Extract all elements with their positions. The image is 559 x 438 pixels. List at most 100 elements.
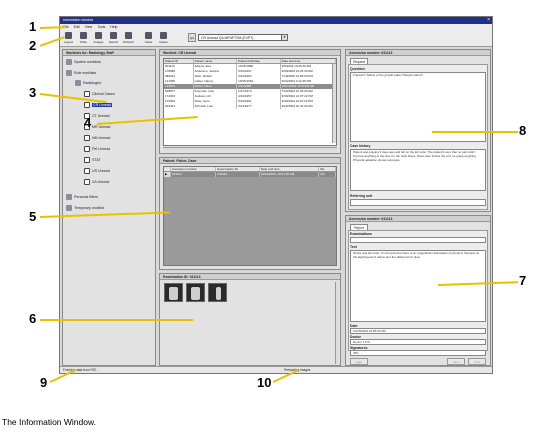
images-button[interactable]: Images [92, 31, 105, 46]
nav-system-worklists[interactable]: System worklists [66, 59, 101, 66]
nav-label: Pet Unread [92, 147, 111, 151]
callout-6: 6 [29, 311, 37, 326]
menu-tools[interactable]: Tools [97, 25, 105, 29]
nav-label: Personal filters [74, 195, 98, 199]
worklist-select[interactable]: CR Unread QA MFNPTSM (EXPT) ▼ [198, 34, 288, 41]
images-scrollbar[interactable] [335, 282, 339, 364]
toolbar: Logout Write Images Search Refresh Close… [60, 30, 492, 47]
callout-7: 7 [519, 273, 527, 288]
worklist-scrollbar[interactable] [332, 64, 336, 143]
nav-label: US Unread [92, 169, 110, 173]
question-label: Question [350, 67, 365, 71]
menu-edit[interactable]: Edit [74, 25, 80, 29]
nav-clinical-cases[interactable]: Clinical Cases [84, 91, 115, 98]
doctor-field[interactable]: Doctor 1 P.D. [350, 339, 486, 345]
col-patient-id[interactable]: Patient ID [164, 59, 194, 63]
nav-stat[interactable]: STAT [84, 157, 101, 164]
title-bar: Information window × [60, 17, 492, 24]
document-icon [84, 168, 90, 175]
nav-xa-unread[interactable]: XA Unread [84, 179, 110, 186]
callout-4: 4 [84, 115, 92, 130]
col-modality[interactable]: Mo [319, 167, 336, 171]
image-thumbnail[interactable] [186, 283, 205, 302]
nav-nm-unread[interactable]: NM Unread [84, 135, 111, 142]
menu-view[interactable]: View [85, 25, 93, 29]
nav-radiologist[interactable]: Radiologist [75, 80, 101, 87]
col-birthdate[interactable]: Patient birthdate [237, 59, 281, 63]
nav-role-worklists[interactable]: Role worklists [66, 70, 96, 77]
write-button[interactable]: Write [77, 31, 90, 46]
image-thumbnail[interactable] [208, 283, 227, 302]
col-exam-id[interactable]: Examination ID [216, 167, 260, 171]
date-field[interactable]: 10/15/2004 10:05:00 AM [350, 328, 486, 334]
nav-label: Clinical Cases [92, 92, 115, 96]
write-icon [80, 32, 87, 39]
document-icon [84, 157, 90, 164]
report-text[interactable]: Wrists and left wrist. On the left wrist… [350, 250, 486, 322]
table-cell: 003441 [164, 104, 194, 109]
case-history-text[interactable]: Patient was playing 3 days ago and fell … [350, 149, 486, 191]
callout-1: 1 [29, 19, 37, 34]
worklist-button[interactable]: QA [188, 33, 196, 42]
menu-help[interactable]: Help [110, 25, 117, 29]
sign-button[interactable]: Sign [350, 358, 368, 365]
navigator-title: Worklists for: Radiology Staff [63, 50, 155, 56]
chevron-down-icon[interactable]: ▼ [281, 35, 287, 40]
referring-unit-field[interactable] [350, 199, 486, 206]
save-button[interactable]: Save [447, 358, 465, 365]
nav-label: Radiologist [83, 81, 101, 85]
images-title: Examination ID: 041113 [160, 274, 340, 280]
document-icon [84, 135, 90, 142]
cases-label: Cases [159, 40, 168, 44]
signatures-field[interactable]: JPK [350, 350, 486, 356]
nav-label: XA Unread [92, 180, 110, 184]
refresh-label: Refresh [123, 40, 134, 44]
col-date-time[interactable]: Date and time [281, 59, 336, 63]
col-accession[interactable]: Accession number [171, 167, 217, 171]
exam-accession: 041113 [171, 172, 217, 177]
nav-label: NM Unread [92, 136, 111, 140]
refresh-icon [125, 32, 132, 39]
refresh-button[interactable]: Refresh [122, 31, 135, 46]
search-button[interactable]: Search [107, 31, 120, 46]
nav-label: CT Unread [92, 114, 110, 118]
nav-label: CR Unread [92, 103, 112, 107]
exam-row[interactable]: ▶ 041113 041113 10/11/2004, 10:41:25 AM … [164, 172, 336, 177]
examinations-table: Accession number Examination ID Date and… [163, 166, 337, 266]
nav-cr-unread[interactable]: CR Unread [84, 102, 112, 109]
nav-pet-unread[interactable]: Pet Unread [84, 146, 111, 153]
callout-3: 3 [29, 85, 37, 100]
search-label: Search [108, 40, 119, 44]
figure-caption: The Information Window. [2, 417, 97, 427]
table-row[interactable]: 003441 Schmidt, Lisa 3/14/1977 9/22/2004 10… [164, 104, 336, 109]
worklist-hscroll[interactable] [163, 147, 337, 151]
exam-date: 10/11/2004, 10:41:25 AM [260, 172, 320, 177]
text-label: Text [350, 245, 357, 249]
report-title: Accession number: 041113 [346, 216, 490, 222]
image-thumbnail[interactable] [164, 283, 183, 302]
referring-unit-label: Referring unit [350, 194, 373, 198]
nav-personal-filters[interactable]: Personal filters [66, 194, 98, 201]
nav-label: MR Unread [92, 125, 111, 129]
request-title: Accession number: 041113 [346, 50, 490, 56]
col-patient-name[interactable]: Patient name [194, 59, 238, 63]
nav-label: System worklists [74, 60, 101, 64]
cases-button[interactable]: Cases [157, 31, 170, 46]
logout-button[interactable]: Logout [62, 31, 75, 46]
callout-8: 8 [519, 123, 527, 138]
list-icon [66, 205, 72, 212]
close-icon[interactable]: × [487, 17, 490, 24]
examinations-label: Examinations [350, 232, 373, 236]
examinations-title: Patient: Fisher, Dave [160, 158, 340, 164]
print-button[interactable]: Print [468, 358, 486, 365]
nav-temporary-worklist[interactable]: Temporary worklist [66, 205, 104, 212]
nav-us-unread[interactable]: US Unread [84, 168, 110, 175]
close-case-button[interactable]: Close [142, 31, 155, 46]
examinations-field[interactable] [350, 237, 486, 243]
exam-modality: CR [319, 172, 336, 177]
worklist-panel: Worklist: CR Unread Patient ID Patient n… [159, 49, 341, 154]
nav-label: Temporary worklist [74, 206, 104, 210]
close-case-icon [145, 32, 152, 39]
logout-label: Logout [63, 40, 74, 44]
col-exam-date[interactable]: Date and time [260, 167, 320, 171]
